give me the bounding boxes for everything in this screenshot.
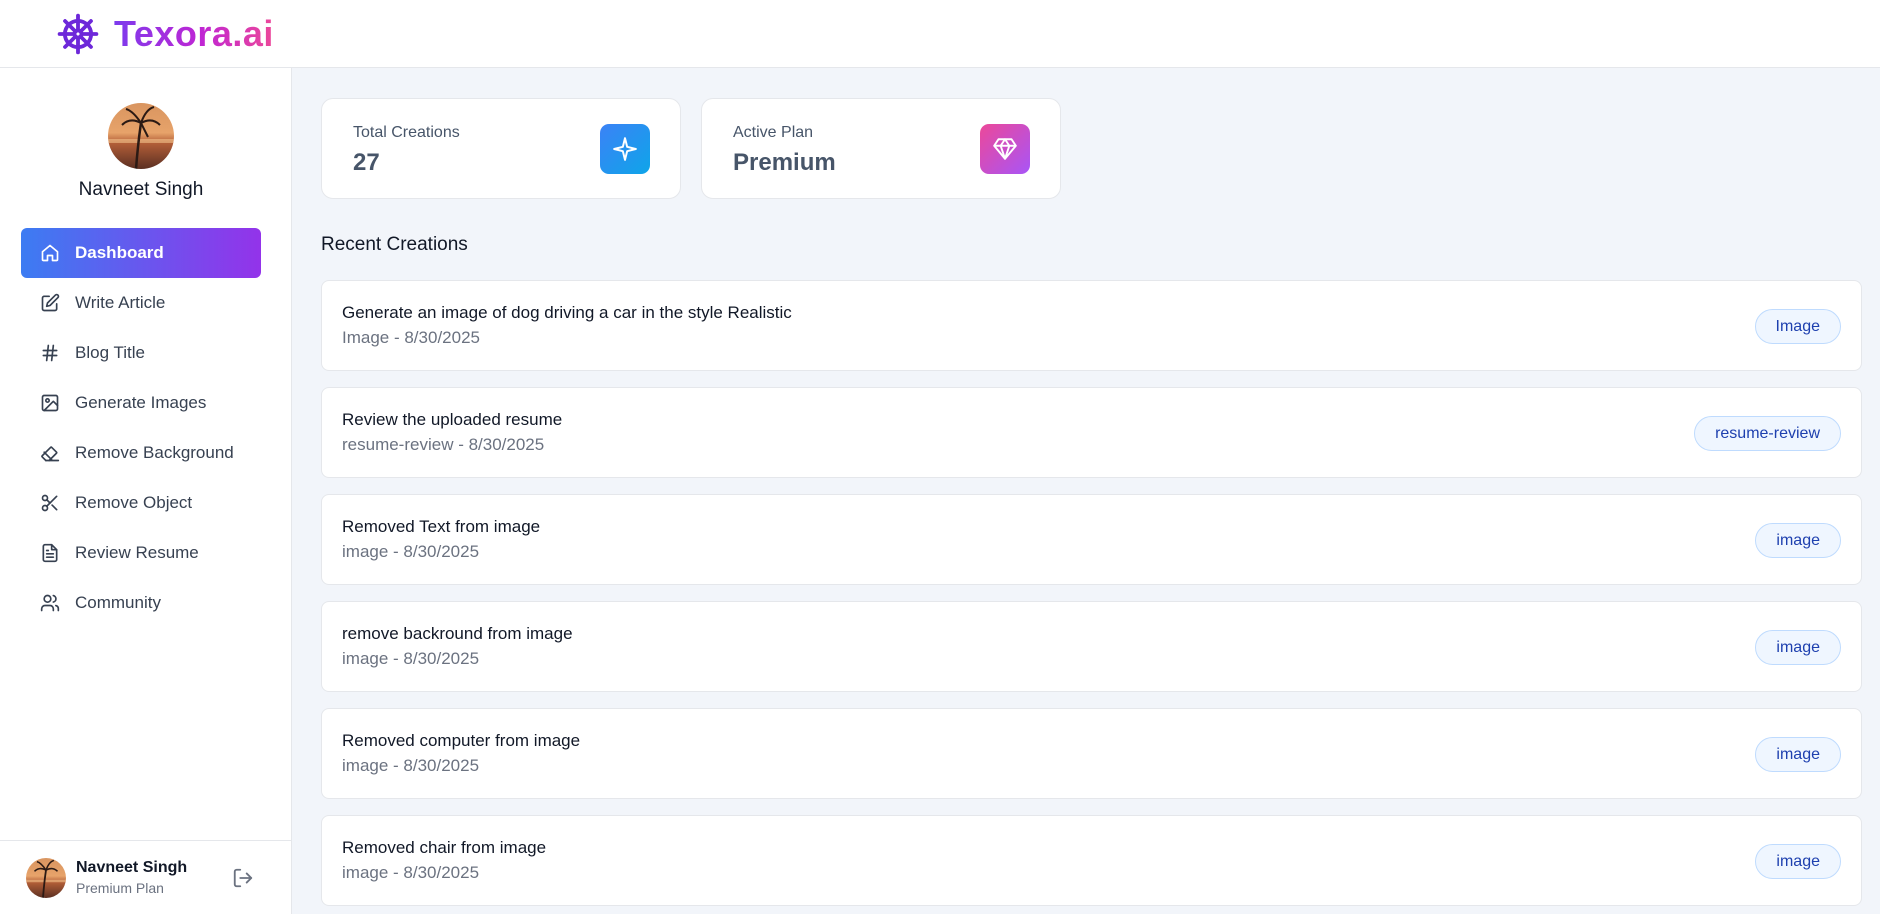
sidebar-item-label: Blog Title bbox=[75, 343, 145, 362]
sidebar-item-review-resume[interactable]: Review Resume bbox=[21, 528, 261, 578]
users-icon bbox=[39, 592, 61, 614]
creation-title: Removed chair from image bbox=[342, 838, 547, 857]
main-content: Total Creations 27 Active Plan Premium R… bbox=[321, 68, 1862, 914]
sidebar-nav: Dashboard Write Article Blog Title Gener… bbox=[21, 228, 261, 628]
profile-name: Navneet Singh bbox=[78, 179, 204, 200]
creation-meta: image - 8/30/2025 bbox=[342, 649, 480, 668]
stat-value: 27 bbox=[353, 149, 380, 176]
sidebar-item-label: Remove Object bbox=[75, 493, 193, 512]
sidebar-item-dashboard[interactable]: Dashboard bbox=[21, 228, 261, 278]
creation-meta: resume-review - 8/30/2025 bbox=[342, 435, 545, 454]
logout-icon[interactable] bbox=[232, 867, 256, 891]
home-icon bbox=[39, 242, 61, 264]
brand-logo-text[interactable]: Texora.ai bbox=[114, 13, 274, 55]
type-badge: image bbox=[1755, 844, 1841, 879]
creation-meta: Image - 8/30/2025 bbox=[342, 328, 480, 347]
list-item[interactable]: Review the uploaded resume resume-review… bbox=[321, 387, 1862, 478]
recent-creations-title: Recent Creations bbox=[321, 234, 468, 255]
sidebar-item-generate-images[interactable]: Generate Images bbox=[21, 378, 261, 428]
creation-meta: image - 8/30/2025 bbox=[342, 863, 480, 882]
avatar[interactable] bbox=[26, 857, 66, 898]
type-badge: image bbox=[1755, 523, 1841, 558]
creation-meta: image - 8/30/2025 bbox=[342, 542, 480, 561]
sidebar-footer: Navneet Singh Premium Plan bbox=[0, 840, 292, 914]
hash-icon bbox=[39, 342, 61, 364]
top-bar: Texora.ai bbox=[0, 0, 1880, 68]
recent-creations-list: Generate an image of dog driving a car i… bbox=[321, 280, 1862, 914]
stat-value: Premium bbox=[733, 149, 836, 176]
ship-wheel-icon bbox=[56, 12, 100, 56]
sidebar-item-label: Remove Background bbox=[75, 443, 234, 462]
creation-title: Removed computer from image bbox=[342, 731, 581, 750]
type-badge: Image bbox=[1754, 309, 1841, 344]
eraser-icon bbox=[39, 442, 61, 464]
sidebar-item-label: Write Article bbox=[75, 293, 166, 312]
gem-icon bbox=[980, 124, 1030, 174]
edit-icon bbox=[39, 292, 61, 314]
sidebar-item-write-article[interactable]: Write Article bbox=[21, 278, 261, 328]
file-text-icon bbox=[39, 542, 61, 564]
footer-user-name: Navneet Singh bbox=[76, 859, 188, 876]
creation-title: Generate an image of dog driving a car i… bbox=[342, 303, 792, 322]
stat-label: Active Plan bbox=[733, 124, 814, 141]
list-item[interactable]: Removed chair from image image - 8/30/20… bbox=[321, 815, 1862, 906]
sidebar: Navneet Singh Dashboard Write Article Bl… bbox=[0, 68, 292, 914]
footer-user-info: Navneet Singh Premium Plan bbox=[76, 859, 187, 896]
sidebar-item-label: Review Resume bbox=[75, 543, 199, 562]
image-icon bbox=[39, 392, 61, 414]
sparkle-icon bbox=[600, 124, 650, 174]
type-badge: image bbox=[1755, 737, 1841, 772]
list-item[interactable]: Removed computer from image image - 8/30… bbox=[321, 708, 1862, 799]
creation-title: Removed Text from image bbox=[342, 517, 541, 536]
active-plan-card: Active Plan Premium bbox=[701, 98, 1061, 199]
sidebar-item-label: Generate Images bbox=[75, 393, 207, 412]
profile-section: Navneet Singh bbox=[0, 103, 282, 201]
sidebar-item-remove-object[interactable]: Remove Object bbox=[21, 478, 261, 528]
sidebar-item-label: Dashboard bbox=[75, 243, 164, 262]
type-badge: resume-review bbox=[1694, 416, 1841, 451]
list-item[interactable]: Generate an image of dog driving a car i… bbox=[321, 280, 1862, 371]
stat-label: Total Creations bbox=[353, 124, 460, 141]
sidebar-item-community[interactable]: Community bbox=[21, 578, 261, 628]
scissors-icon bbox=[39, 492, 61, 514]
sidebar-item-blog-title[interactable]: Blog Title bbox=[21, 328, 261, 378]
list-item[interactable]: Removed Text from image image - 8/30/202… bbox=[321, 494, 1862, 585]
sidebar-item-label: Community bbox=[75, 593, 161, 612]
type-badge: image bbox=[1755, 630, 1841, 665]
sidebar-item-remove-background[interactable]: Remove Background bbox=[21, 428, 261, 478]
list-item[interactable]: remove backround from image image - 8/30… bbox=[321, 601, 1862, 692]
creation-title: Review the uploaded resume bbox=[342, 410, 563, 429]
creation-title: remove backround from image bbox=[342, 624, 573, 643]
footer-user-plan: Premium Plan bbox=[76, 880, 164, 896]
avatar[interactable] bbox=[108, 103, 174, 169]
creation-meta: image - 8/30/2025 bbox=[342, 756, 480, 775]
total-creations-card: Total Creations 27 bbox=[321, 98, 681, 199]
